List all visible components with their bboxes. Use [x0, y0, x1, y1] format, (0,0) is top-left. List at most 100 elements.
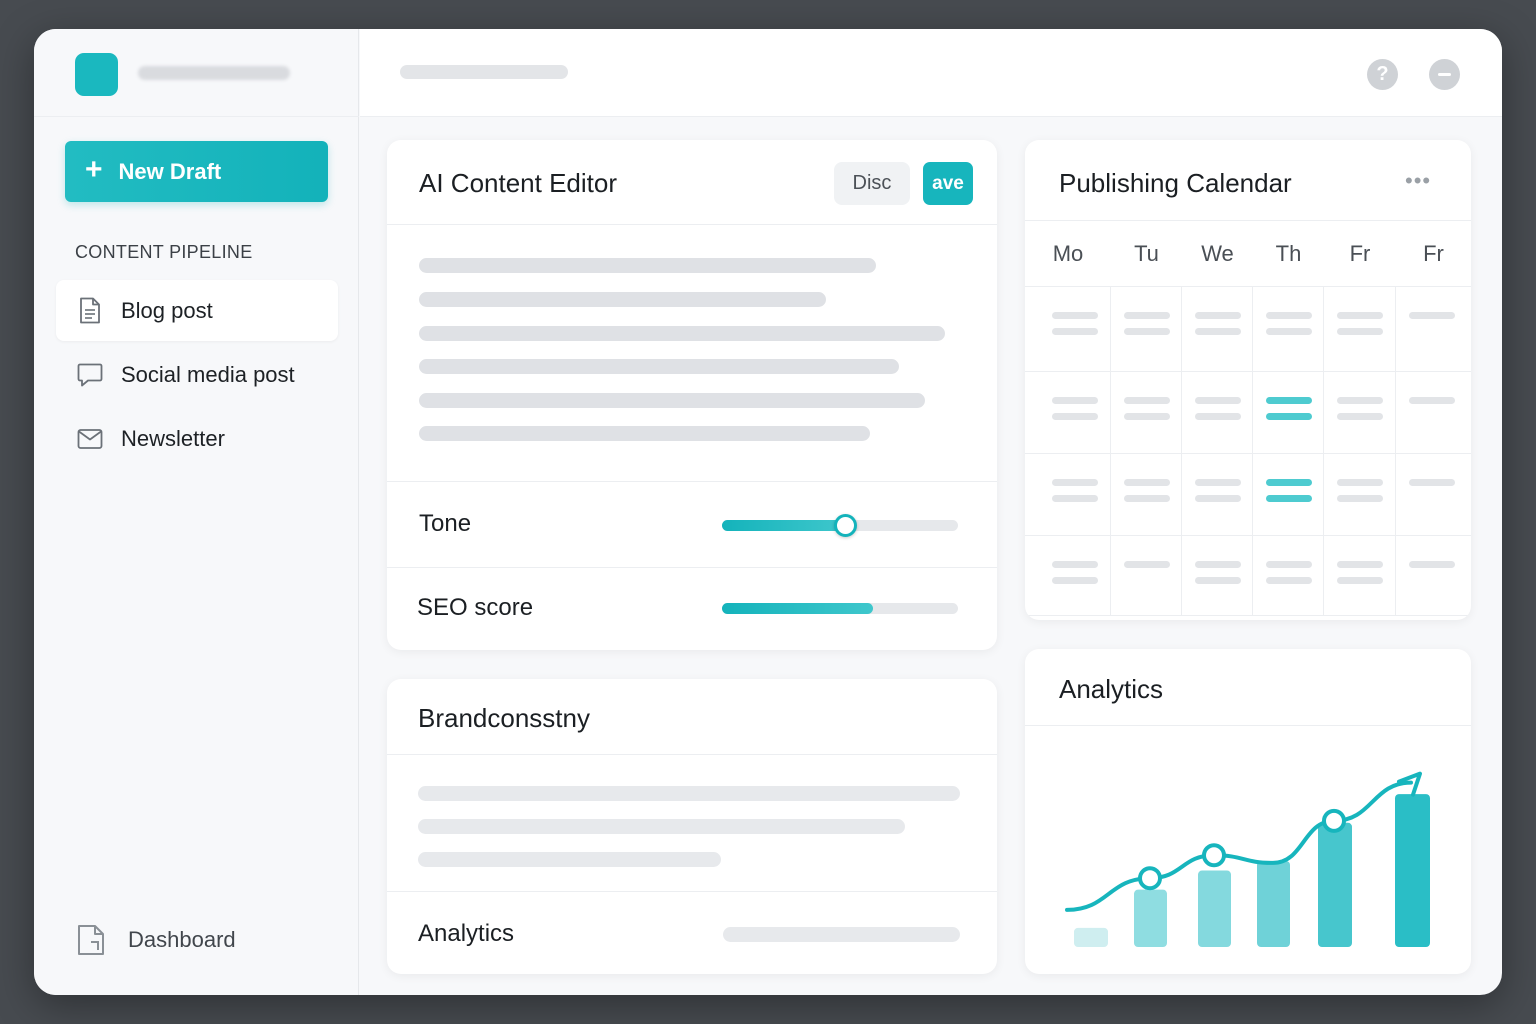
- sidebar-item-label: Social media post: [121, 361, 295, 387]
- calendar-cell[interactable]: [1253, 536, 1324, 616]
- calendar-event[interactable]: [1124, 397, 1170, 404]
- calendar-event[interactable]: [1052, 397, 1098, 404]
- calendar-day-header: Tu: [1134, 240, 1159, 266]
- envelope-icon: [76, 425, 104, 453]
- sidebar: + New Draft CONTENT PIPELINE Blog post S…: [34, 29, 359, 995]
- help-icon[interactable]: ?: [1367, 59, 1398, 90]
- sidebar-item-blog-post[interactable]: Blog post: [56, 280, 338, 341]
- calendar-event[interactable]: [1195, 413, 1241, 420]
- calendar-cell[interactable]: [1025, 372, 1111, 454]
- calendar-cell[interactable]: [1253, 372, 1324, 454]
- calendar-event[interactable]: [1409, 479, 1455, 486]
- calendar-event[interactable]: [1052, 495, 1098, 502]
- calendar-event[interactable]: [1409, 312, 1455, 319]
- calendar-event[interactable]: [1266, 413, 1312, 420]
- calendar-event[interactable]: [1052, 328, 1098, 335]
- tone-slider[interactable]: [722, 514, 958, 537]
- calendar-event[interactable]: [1266, 397, 1312, 404]
- discard-button[interactable]: Disc: [834, 162, 910, 205]
- calendar-event[interactable]: [1337, 397, 1383, 404]
- calendar-cell[interactable]: [1253, 287, 1324, 372]
- calendar-cell[interactable]: [1253, 454, 1324, 536]
- calendar-event[interactable]: [1052, 413, 1098, 420]
- calendar-event[interactable]: [1337, 495, 1383, 502]
- text-line: [419, 393, 925, 408]
- calendar-event[interactable]: [1195, 495, 1241, 502]
- divider: [387, 567, 997, 568]
- calendar-event[interactable]: [1409, 397, 1455, 404]
- more-options-icon[interactable]: •••: [1405, 168, 1431, 194]
- calendar-cell[interactable]: [1182, 287, 1253, 372]
- document-icon: [76, 297, 104, 325]
- app-logo[interactable]: [75, 53, 118, 96]
- save-button[interactable]: ave: [923, 162, 973, 205]
- calendar-event[interactable]: [1124, 495, 1170, 502]
- calendar-cell[interactable]: [1324, 287, 1396, 372]
- chart-trend-line: [1065, 780, 1413, 912]
- calendar-cell[interactable]: [1396, 454, 1471, 536]
- calendar-cell[interactable]: [1182, 536, 1253, 616]
- sidebar-item-newsletter[interactable]: Newsletter: [56, 408, 338, 469]
- app-window: + New Draft CONTENT PIPELINE Blog post S…: [34, 29, 1502, 995]
- calendar-event[interactable]: [1409, 561, 1455, 568]
- calendar-event[interactable]: [1052, 312, 1098, 319]
- calendar-cell[interactable]: [1182, 372, 1253, 454]
- chat-bubble-icon: [76, 361, 104, 389]
- calendar-event[interactable]: [1195, 328, 1241, 335]
- calendar-event[interactable]: [1266, 328, 1312, 335]
- calendar-event[interactable]: [1337, 479, 1383, 486]
- calendar-cell[interactable]: [1111, 454, 1182, 536]
- calendar-event[interactable]: [1124, 328, 1170, 335]
- calendar-cell[interactable]: [1396, 287, 1471, 372]
- new-draft-button[interactable]: + New Draft: [65, 141, 328, 202]
- calendar-event[interactable]: [1195, 479, 1241, 486]
- calendar-event[interactable]: [1337, 328, 1383, 335]
- calendar-cell[interactable]: [1111, 287, 1182, 372]
- top-bar: ?: [360, 29, 1502, 117]
- calendar-event[interactable]: [1195, 397, 1241, 404]
- calendar-event[interactable]: [1052, 479, 1098, 486]
- calendar-cell[interactable]: [1324, 454, 1396, 536]
- editor-text-area[interactable]: [387, 225, 997, 481]
- calendar-event[interactable]: [1195, 577, 1241, 584]
- calendar-cell[interactable]: [1025, 287, 1111, 372]
- calendar-event[interactable]: [1337, 561, 1383, 568]
- calendar-event[interactable]: [1266, 495, 1312, 502]
- search-placeholder[interactable]: [400, 65, 568, 79]
- calendar-cell[interactable]: [1025, 454, 1111, 536]
- brand-analytics-label: Analytics: [418, 920, 515, 947]
- sidebar-item-dashboard[interactable]: Dashboard: [76, 924, 236, 956]
- chart-bar: [1257, 861, 1290, 947]
- calendar-title: Publishing Calendar: [1059, 168, 1292, 198]
- calendar-event[interactable]: [1266, 479, 1312, 486]
- calendar-event[interactable]: [1337, 577, 1383, 584]
- calendar-event[interactable]: [1266, 577, 1312, 584]
- calendar-event[interactable]: [1195, 561, 1241, 568]
- calendar-event[interactable]: [1124, 561, 1170, 568]
- calendar-event[interactable]: [1124, 479, 1170, 486]
- calendar-cell[interactable]: [1396, 536, 1471, 616]
- tone-slider-handle[interactable]: [833, 514, 857, 537]
- calendar-cell[interactable]: [1396, 372, 1471, 454]
- calendar-cell[interactable]: [1182, 454, 1253, 536]
- seo-score-label: SEO score: [417, 594, 534, 621]
- analytics-title: Analytics: [1059, 674, 1164, 704]
- calendar-event[interactable]: [1124, 413, 1170, 420]
- dashboard-icon: [76, 924, 106, 956]
- calendar-cell[interactable]: [1324, 536, 1396, 616]
- calendar-event[interactable]: [1266, 312, 1312, 319]
- minimize-icon[interactable]: [1429, 59, 1460, 90]
- sidebar-item-social-media-post[interactable]: Social media post: [56, 344, 338, 405]
- calendar-cell[interactable]: [1111, 372, 1182, 454]
- calendar-event[interactable]: [1337, 413, 1383, 420]
- calendar-cell[interactable]: [1111, 536, 1182, 616]
- calendar-event[interactable]: [1052, 577, 1098, 584]
- calendar-event[interactable]: [1195, 312, 1241, 319]
- calendar-event[interactable]: [1337, 312, 1383, 319]
- divider: [387, 754, 997, 755]
- calendar-event[interactable]: [1266, 561, 1312, 568]
- calendar-cell[interactable]: [1025, 536, 1111, 616]
- calendar-cell[interactable]: [1324, 372, 1396, 454]
- calendar-event[interactable]: [1052, 561, 1098, 568]
- calendar-event[interactable]: [1124, 312, 1170, 319]
